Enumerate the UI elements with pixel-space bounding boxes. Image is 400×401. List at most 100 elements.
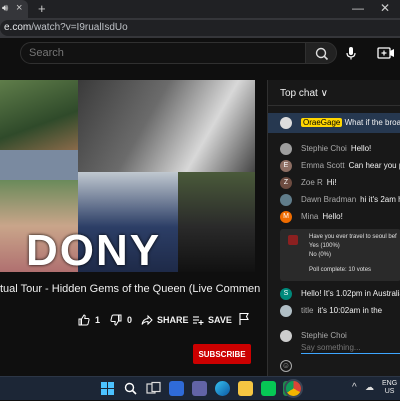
teams-chat-icon[interactable]	[192, 381, 207, 396]
playlist-add-icon	[193, 316, 204, 325]
video-title: tual Tour - Hidden Gems of the Queen (Li…	[0, 283, 260, 295]
task-view-icon[interactable]	[146, 381, 161, 396]
avatar	[280, 305, 292, 317]
pinned-body: What if the broadcast	[344, 118, 400, 127]
chat-message[interactable]: title it's 10:02am in the	[268, 303, 400, 319]
chat-header: Top chat ∨	[268, 80, 400, 106]
live-chat-panel: Top chat ∨ OraeGage What if the broadcas…	[267, 80, 400, 376]
window-close-button[interactable]: ✕	[380, 1, 390, 15]
photo-building	[0, 150, 78, 180]
search-icon[interactable]	[123, 381, 138, 396]
audio-playing-icon[interactable]: 🔊︎	[2, 3, 8, 14]
create-video-button[interactable]	[376, 45, 396, 61]
emoji-icon[interactable]: ☺	[280, 360, 292, 372]
poll-option: No (0%)	[309, 252, 332, 258]
share-icon	[141, 314, 153, 326]
message-author: Zoe R	[301, 178, 323, 187]
chat-message[interactable]: Z Zoe R Hi!	[268, 175, 400, 191]
video-player[interactable]: DONY	[0, 80, 255, 272]
avatar	[280, 117, 292, 129]
widgets-icon[interactable]	[169, 381, 184, 396]
message-author: Dawn Bradman	[301, 195, 357, 204]
language-indicator[interactable]: ENG US	[382, 380, 397, 396]
url-field[interactable]: e.com/watch?v=I9rualIsdUo	[0, 20, 400, 36]
message-author: Mina	[301, 212, 319, 221]
avatar: E	[280, 160, 292, 172]
avatar	[280, 194, 292, 206]
message-body: it's 10:02am in the	[317, 306, 383, 315]
line-app-icon[interactable]	[261, 381, 276, 396]
window-minimize-button[interactable]: —	[352, 1, 364, 15]
tray-overflow-chevron[interactable]: ^	[352, 382, 357, 393]
address-bar: e.com/watch?v=I9rualIsdUo	[0, 18, 400, 38]
chat-input[interactable]	[301, 342, 400, 354]
message-body: Hi!	[326, 178, 337, 187]
save-label: SAVE	[208, 315, 232, 325]
avatar: S	[280, 288, 292, 300]
edge-browser-icon[interactable]	[215, 381, 230, 396]
photo-presenter	[178, 172, 255, 272]
like-button[interactable]: 1	[78, 312, 100, 328]
poll-card: Have you ever travel to seoul bef Yes (1…	[280, 229, 400, 281]
windows-start-icon[interactable]	[100, 381, 115, 396]
message-author: Stephie Choi	[301, 144, 347, 153]
search-box	[20, 42, 306, 64]
dislike-count: 0	[127, 315, 133, 325]
message-body: Hello!	[322, 212, 343, 221]
avatar: M	[280, 211, 292, 223]
video-camera-plus-icon	[377, 47, 394, 59]
message-body: hi it's 2am here	[360, 195, 400, 204]
chat-message[interactable]: E Emma ScottCan hear you perfect	[268, 158, 400, 174]
dislike-button[interactable]: 0	[110, 312, 132, 328]
tab-close-icon[interactable]: ×	[16, 2, 22, 14]
message-author: title	[301, 306, 314, 315]
message-body: Hello!	[350, 144, 372, 153]
search-input[interactable]	[29, 47, 299, 59]
pinned-text: OraeGage What if the broadcast	[301, 118, 400, 127]
flag-icon	[239, 312, 249, 325]
search-icon	[315, 47, 329, 61]
share-label: SHARE	[157, 315, 189, 325]
chevron-down-icon: ∨	[320, 88, 328, 99]
poll-question: Have you ever travel to seoul bef	[309, 234, 397, 240]
chat-message[interactable]: S Hello! It's 1.02pm in Australia	[268, 286, 400, 302]
thumbs-down-icon	[110, 314, 122, 326]
chrome-icon[interactable]	[286, 381, 301, 396]
chat-mode-dropdown[interactable]: Top chat ∨	[280, 88, 328, 99]
thumbs-up-icon	[78, 314, 90, 326]
report-button[interactable]	[238, 312, 250, 328]
avatar: Z	[280, 177, 292, 189]
chat-message[interactable]: Stephie Choi Hello!	[268, 141, 400, 157]
pinned-message[interactable]: OraeGage What if the broadcast	[268, 113, 400, 133]
chat-message[interactable]: M Mina Hello!	[268, 209, 400, 225]
youtube-header	[0, 38, 400, 68]
voice-search-button[interactable]	[342, 44, 360, 62]
file-explorer-icon[interactable]	[238, 381, 253, 396]
save-button[interactable]: SAVE	[192, 312, 232, 328]
new-tab-button[interactable]: +	[38, 1, 46, 16]
subscribe-button[interactable]: SUBSCRIBE	[193, 344, 251, 364]
url-text: e.com/watch?v=I9rualIsdUo	[4, 22, 128, 33]
chat-message[interactable]: Dawn Bradmanhi it's 2am here	[268, 192, 400, 208]
photo-two-men	[78, 80, 255, 172]
cloud-icon[interactable]: ☁	[365, 382, 374, 393]
search-button[interactable]	[305, 42, 337, 64]
avatar	[280, 143, 292, 155]
thumbnail-text: DONY	[26, 226, 162, 272]
browser-tab[interactable]: 🔊︎ ×	[0, 0, 28, 18]
browser-tab-bar: 🔊︎ × + — ✕	[0, 0, 400, 18]
share-button[interactable]: SHARE	[141, 312, 189, 328]
compose-author-name: Stephie Choi	[301, 331, 347, 340]
poll-icon	[288, 235, 298, 245]
poll-option: Yes (100%)	[309, 243, 340, 249]
poll-result: Poll complete: 10 votes	[309, 267, 372, 273]
like-count: 1	[95, 315, 101, 325]
avatar	[280, 330, 292, 342]
microphone-icon	[346, 47, 356, 60]
message-author: Emma Scott	[301, 161, 345, 170]
photo-trees	[0, 80, 78, 150]
taskbar: ^ ☁ ENG US	[0, 376, 400, 400]
pinned-author: OraeGage	[301, 118, 343, 127]
message-body: Hello! It's 1.02pm in Australia	[301, 289, 400, 298]
message-body: Can hear you perfect	[348, 161, 400, 170]
